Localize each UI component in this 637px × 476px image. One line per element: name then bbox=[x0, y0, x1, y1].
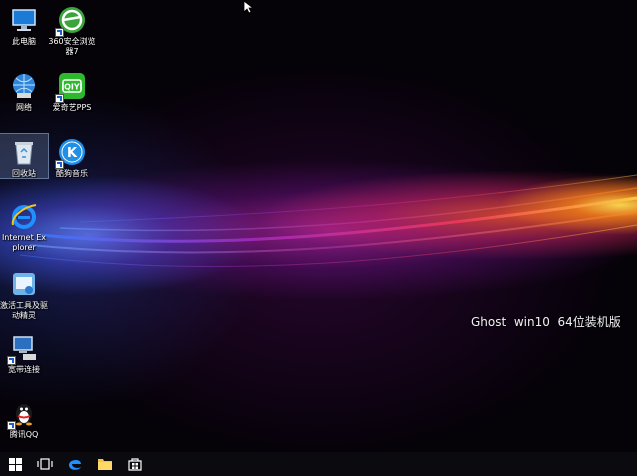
shortcut-arrow-icon bbox=[7, 421, 16, 430]
store-button[interactable] bbox=[120, 452, 150, 476]
desktop-icon-recycle-bin[interactable]: 回收站 bbox=[0, 133, 49, 179]
edge-button[interactable] bbox=[60, 452, 90, 476]
desktop-icon-tencent-qq[interactable]: 腾讯QQ bbox=[0, 395, 48, 440]
internet-explorer-icon bbox=[9, 201, 39, 231]
svg-text:iQIYI: iQIYI bbox=[61, 83, 82, 92]
shortcut-arrow-icon bbox=[7, 356, 16, 365]
360-browser-icon bbox=[55, 5, 87, 37]
desktop-icon-network[interactable]: 网络 bbox=[0, 68, 48, 113]
start-icon bbox=[8, 457, 22, 471]
edge-icon bbox=[69, 459, 81, 470]
desktop-icon-iqiyi[interactable]: iQIYI 爱奇艺PPS bbox=[48, 68, 96, 113]
network-icon bbox=[9, 71, 39, 101]
shortcut-arrow-icon bbox=[55, 160, 64, 169]
desktop-icon-broadband-connection[interactable]: 宽带连接 bbox=[0, 330, 48, 375]
file-explorer-button[interactable] bbox=[90, 452, 120, 476]
store-icon bbox=[128, 458, 142, 471]
file-explorer-icon bbox=[98, 459, 112, 470]
mouse-pointer-icon bbox=[243, 0, 253, 14]
task-view-icon bbox=[37, 458, 53, 470]
task-view-button[interactable] bbox=[30, 452, 60, 476]
shortcut-arrow-icon bbox=[55, 94, 64, 103]
tencent-qq-icon bbox=[7, 398, 39, 430]
iqiyi-icon: iQIYI bbox=[55, 71, 87, 103]
activation-tools-icon bbox=[9, 269, 39, 299]
recycle-bin-icon bbox=[9, 137, 39, 167]
desktop-icon-360-browser[interactable]: 360安全浏览器7 bbox=[48, 2, 96, 57]
desktop[interactable]: 此电脑 360安全浏览器7 网络 iQIYI 爱奇艺PPS 回收站 K 酷狗音乐 bbox=[0, 0, 637, 452]
kugou-music-icon: K bbox=[55, 137, 87, 169]
desktop-icon-kugou-music[interactable]: K 酷狗音乐 bbox=[48, 134, 96, 179]
desktop-icon-this-pc[interactable]: 此电脑 bbox=[0, 2, 48, 47]
svg-text:K: K bbox=[67, 146, 78, 161]
start-button[interactable] bbox=[0, 452, 30, 476]
broadband-connection-icon bbox=[7, 333, 39, 365]
os-version-watermark: Ghost win10 64位装机版 bbox=[471, 315, 621, 329]
desktop-icon-activation-tools[interactable]: 激活工具及驱动精灵 bbox=[0, 266, 48, 321]
taskbar bbox=[0, 452, 637, 476]
desktop-icon-internet-explorer[interactable]: Internet Explorer bbox=[0, 198, 48, 253]
this-pc-icon bbox=[9, 5, 39, 35]
shortcut-arrow-icon bbox=[55, 28, 64, 37]
